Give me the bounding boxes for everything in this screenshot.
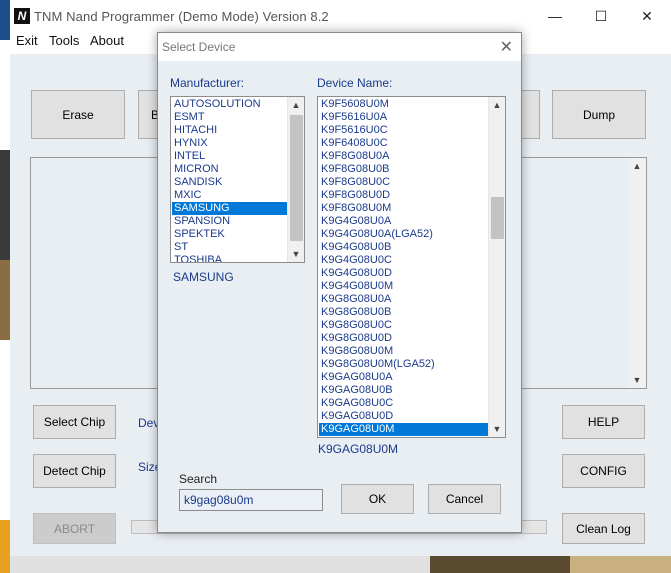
menu-about[interactable]: About [90, 33, 124, 48]
dialog-title: Select Device [162, 40, 236, 54]
manufacturer-label: Manufacturer: [170, 76, 245, 90]
manufacturer-list-items: AUTOSOLUTION ESMT HITACHI HYNIX INTEL MICRON S… [172, 98, 287, 262]
search-label: Search [179, 472, 218, 486]
hidden-button-partial[interactable] [520, 90, 540, 139]
cancel-button[interactable]: Cancel [428, 484, 501, 514]
list-item[interactable]: K9G8G08U0M [319, 345, 488, 358]
config-button[interactable]: CONFIG [562, 454, 645, 488]
desktop-background-left [0, 0, 10, 573]
list-item[interactable]: K9F5608U0M [319, 98, 488, 111]
list-item[interactable]: K9G4G08U0D [319, 267, 488, 280]
manufacturer-list[interactable]: AUTOSOLUTION ESMT HITACHI HYNIX INTEL MICRON S… [170, 96, 305, 263]
device-scroll-down-icon[interactable]: ▼ [489, 421, 505, 437]
dump-button[interactable]: Dump [552, 90, 646, 139]
list-item[interactable]: SPEKTEK [172, 228, 287, 241]
list-item[interactable]: K9G8G08U0M(LGA52) [319, 358, 488, 371]
device-scrollbar[interactable]: ▲ ▼ [488, 97, 505, 437]
list-item[interactable]: SANDISK [172, 176, 287, 189]
list-item[interactable]: K9GAG08U0B [319, 384, 488, 397]
selected-device-text: K9GAG08U0M [318, 442, 399, 456]
erase-button[interactable]: Erase [31, 90, 125, 139]
abort-button[interactable]: ABORT [33, 513, 116, 544]
list-item[interactable]: K9G4G08U0C [319, 254, 488, 267]
close-button[interactable]: ✕ [624, 0, 670, 32]
list-item[interactable]: K9G8G08U0A [319, 293, 488, 306]
list-item[interactable]: K9GAG08U0A [319, 371, 488, 384]
manufacturer-scroll-down-icon[interactable]: ▼ [288, 246, 304, 262]
device-list[interactable]: K9F5608U0M K9F5616U0A K9F5616U0C K9F6408U0C… [317, 96, 506, 438]
ok-button[interactable]: OK [341, 484, 414, 514]
desktop-background-bottom [10, 556, 671, 573]
device-scroll-thumb[interactable] [491, 197, 504, 239]
manufacturer-scroll-thumb[interactable] [290, 115, 303, 241]
list-item[interactable]: ESMT [172, 111, 287, 124]
list-item[interactable]: ST [172, 241, 287, 254]
list-item[interactable]: K9G8G08U0D [319, 332, 488, 345]
list-item[interactable]: K9G4G08U0A [319, 215, 488, 228]
minimize-button[interactable]: — [532, 0, 578, 32]
list-item[interactable]: K9GAG08U0C [319, 397, 488, 410]
select-device-dialog: Select Device ✕ Manufacturer: Device Nam… [157, 32, 522, 533]
maximize-button[interactable]: ☐ [578, 0, 624, 32]
list-item[interactable]: K9G4G08U0A(LGA52) [319, 228, 488, 241]
list-item[interactable]: K9G4G08U0B [319, 241, 488, 254]
list-item[interactable]: AUTOSOLUTION [172, 98, 287, 111]
search-input[interactable] [179, 489, 323, 511]
menu-tools[interactable]: Tools [49, 33, 79, 48]
clean-log-button[interactable]: Clean Log [562, 513, 645, 544]
dialog-close-icon[interactable]: ✕ [500, 37, 513, 57]
device-list-items: K9F5608U0M K9F5616U0A K9F5616U0C K9F6408U0C… [319, 98, 488, 436]
list-item[interactable]: K9F8G08U0C [319, 176, 488, 189]
manufacturer-scrollbar[interactable]: ▲ ▼ [287, 97, 304, 262]
list-item[interactable]: K9F8G08U0M [319, 202, 488, 215]
device-scroll-up-icon[interactable]: ▲ [489, 97, 505, 113]
list-item[interactable]: K9G4G08U0M [319, 280, 488, 293]
log-scroll-up-icon[interactable]: ▲ [629, 158, 645, 174]
list-item[interactable]: K9GAG08U0M [319, 423, 488, 436]
list-item[interactable]: K9F5616U0C [319, 124, 488, 137]
list-item[interactable]: K9F8G08U0A [319, 150, 488, 163]
manufacturer-scroll-up-icon[interactable]: ▲ [288, 97, 304, 113]
log-scrollbar[interactable]: ▲ ▼ [629, 158, 646, 388]
list-item[interactable]: HYNIX [172, 137, 287, 150]
detect-chip-button[interactable]: Detect Chip [33, 454, 116, 488]
log-scroll-down-icon[interactable]: ▼ [629, 372, 645, 388]
list-item[interactable]: K9GAG08U0D [319, 410, 488, 423]
list-item[interactable]: MXIC [172, 189, 287, 202]
select-chip-button[interactable]: Select Chip [33, 405, 116, 439]
title-bar: N TNM Nand Programmer (Demo Mode) Versio… [10, 0, 671, 32]
list-item[interactable]: K9F5616U0A [319, 111, 488, 124]
list-item[interactable]: K9F6408U0C [319, 137, 488, 150]
window-title: TNM Nand Programmer (Demo Mode) Version … [34, 9, 329, 24]
selected-manufacturer-text: SAMSUNG [173, 270, 234, 284]
list-item[interactable]: K9F8G08U0D [319, 189, 488, 202]
list-item[interactable]: SPANSION [172, 215, 287, 228]
list-item[interactable]: SAMSUNG [172, 202, 287, 215]
list-item[interactable]: HITACHI [172, 124, 287, 137]
app-icon: N [14, 8, 30, 24]
list-item[interactable]: K9G8G08U0B [319, 306, 488, 319]
list-item[interactable]: K9F8G08U0B [319, 163, 488, 176]
help-button[interactable]: HELP [562, 405, 645, 439]
menu-exit[interactable]: Exit [16, 33, 38, 48]
device-name-label: Device Name: [317, 76, 393, 90]
list-item[interactable]: MICRON [172, 163, 287, 176]
list-item[interactable]: K9G8G08U0C [319, 319, 488, 332]
dialog-title-bar: Select Device ✕ [158, 33, 521, 61]
list-item[interactable]: TOSHIBA [172, 254, 287, 262]
list-item[interactable]: INTEL [172, 150, 287, 163]
